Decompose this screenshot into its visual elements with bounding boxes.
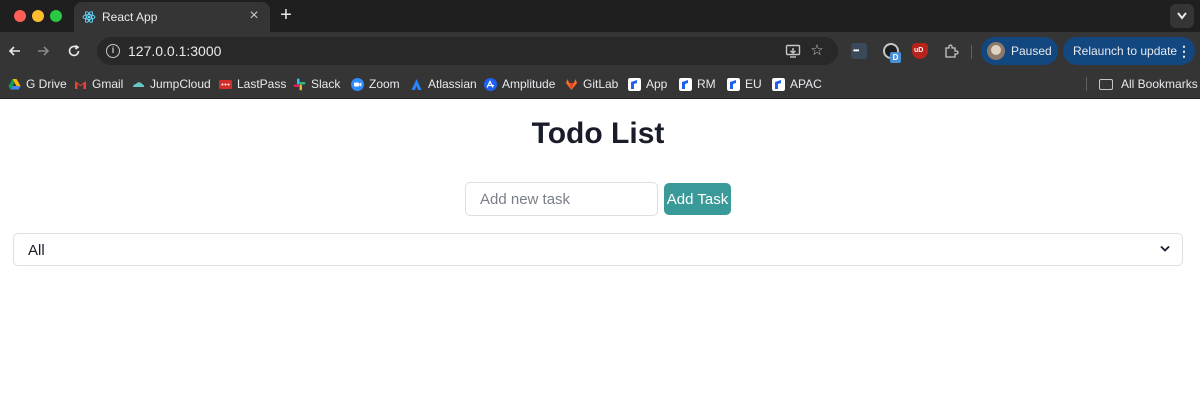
bookmark-site-icon (727, 77, 740, 91)
page-title: Todo List (531, 117, 665, 150)
tab-search-button[interactable] (1170, 4, 1194, 28)
bookmark-label: EU (745, 77, 762, 91)
close-window-button[interactable] (14, 10, 26, 22)
bookmark-star-icon[interactable]: ☆ (809, 43, 825, 59)
bookmark-site-icon (628, 77, 641, 91)
ublock-label: uD (914, 47, 924, 54)
install-app-icon[interactable] (785, 43, 801, 59)
close-icon[interactable]: × (246, 8, 262, 24)
bookmark-gmail[interactable]: Gmail (74, 75, 123, 93)
bookmark-label: App (646, 77, 668, 91)
ublock-icon[interactable]: uD (912, 43, 928, 59)
bookmark-label: Atlassian (428, 77, 477, 91)
bookmark-label: G Drive (26, 77, 67, 91)
back-button[interactable] (5, 41, 25, 61)
arrow-left-icon (8, 46, 20, 56)
bookmark-label: Slack (311, 77, 341, 91)
page-content: Todo List Add Task All (0, 100, 1200, 399)
slack-icon (293, 78, 306, 90)
bookmark-jumpcloud[interactable]: JumpCloud (132, 75, 211, 93)
filter-selected-value: All (28, 242, 45, 259)
bookmark-amplitude[interactable]: Amplitude (484, 75, 555, 93)
chevron-down-icon (1177, 12, 1187, 20)
bookmark-site-icon (772, 77, 785, 91)
forward-button[interactable] (33, 41, 53, 61)
new-tab-button[interactable]: + (276, 5, 296, 25)
url-text[interactable]: 127.0.0.1:3000 (128, 43, 221, 59)
chevron-down-icon (1160, 245, 1170, 252)
reload-button[interactable] (64, 41, 84, 61)
new-task-input[interactable] (465, 182, 658, 216)
lastpass-icon (219, 79, 232, 89)
bookmark-site-icon (679, 77, 692, 91)
extension-dots-icon[interactable]: ••• (851, 43, 867, 59)
bookmark-label: Gmail (92, 77, 124, 91)
relaunch-label: Relaunch to update (1073, 44, 1178, 58)
bookmark-slack[interactable]: Slack (293, 75, 340, 93)
folder-icon (1099, 78, 1113, 90)
minimize-window-button[interactable] (32, 10, 44, 22)
bookmark-rm[interactable]: RM (679, 75, 716, 93)
all-bookmarks-label: All Bookmarks (1121, 77, 1198, 91)
bookmark-label: LastPass (237, 77, 287, 91)
bookmark-eu[interactable]: EU (727, 75, 762, 93)
bookmark-zoom[interactable]: Zoom (351, 75, 400, 93)
bookmark-apac[interactable]: APAC (772, 75, 822, 93)
more-vert-icon[interactable]: ⋮ (1177, 43, 1191, 59)
browser-tab[interactable]: React App × (74, 2, 270, 32)
puzzle-piece-icon[interactable] (943, 43, 959, 59)
add-task-button[interactable]: Add Task (664, 183, 731, 215)
bookmark-label: Amplitude (502, 77, 556, 91)
extension-badge: D (890, 52, 901, 63)
amplitude-icon (484, 77, 497, 91)
jumpcloud-icon (133, 81, 145, 87)
profile-button[interactable]: Paused (981, 37, 1058, 65)
arrow-right-icon (38, 46, 50, 56)
react-logo-icon (82, 11, 96, 23)
avatar (987, 42, 1005, 60)
maximize-window-button[interactable] (50, 10, 62, 22)
all-bookmarks-button[interactable]: All Bookmarks (1099, 75, 1198, 93)
reload-icon (68, 44, 80, 57)
gmail-icon (75, 80, 86, 89)
tab-title: React App (102, 10, 158, 24)
bookmark-app[interactable]: App (628, 75, 667, 93)
toolbar-divider (971, 45, 972, 59)
zoom-icon (351, 77, 364, 91)
address-bar[interactable]: i 127.0.0.1:3000 ☆ (97, 37, 838, 65)
tab-strip: React App × + (0, 0, 1200, 32)
atlassian-icon (411, 78, 422, 90)
bookmarks-bar: G Drive Gmail JumpCloud LastPass Slack Z… (0, 70, 1200, 99)
bookmark-label: APAC (790, 77, 822, 91)
bookmark-gitlab[interactable]: GitLab (565, 75, 618, 93)
browser-toolbar: i 127.0.0.1:3000 ☆ ••• D uD Paused Relau… (0, 32, 1200, 70)
bookmarks-divider (1086, 77, 1087, 91)
bookmark-g-drive[interactable]: G Drive (8, 75, 67, 93)
bookmark-label: GitLab (583, 77, 619, 91)
bookmark-label: JumpCloud (150, 77, 211, 91)
bookmark-lastpass[interactable]: LastPass (219, 75, 286, 93)
relaunch-button[interactable]: Relaunch to update ⋮ (1063, 37, 1195, 65)
bookmark-label: RM (697, 77, 716, 91)
bookmark-label: Zoom (369, 77, 400, 91)
google-drive-icon (8, 78, 21, 89)
profile-status-label: Paused (1011, 44, 1052, 58)
bookmark-atlassian[interactable]: Atlassian (410, 75, 477, 93)
filter-select[interactable]: All (13, 233, 1183, 266)
gitlab-icon (566, 78, 577, 90)
info-icon[interactable]: i (106, 44, 120, 58)
